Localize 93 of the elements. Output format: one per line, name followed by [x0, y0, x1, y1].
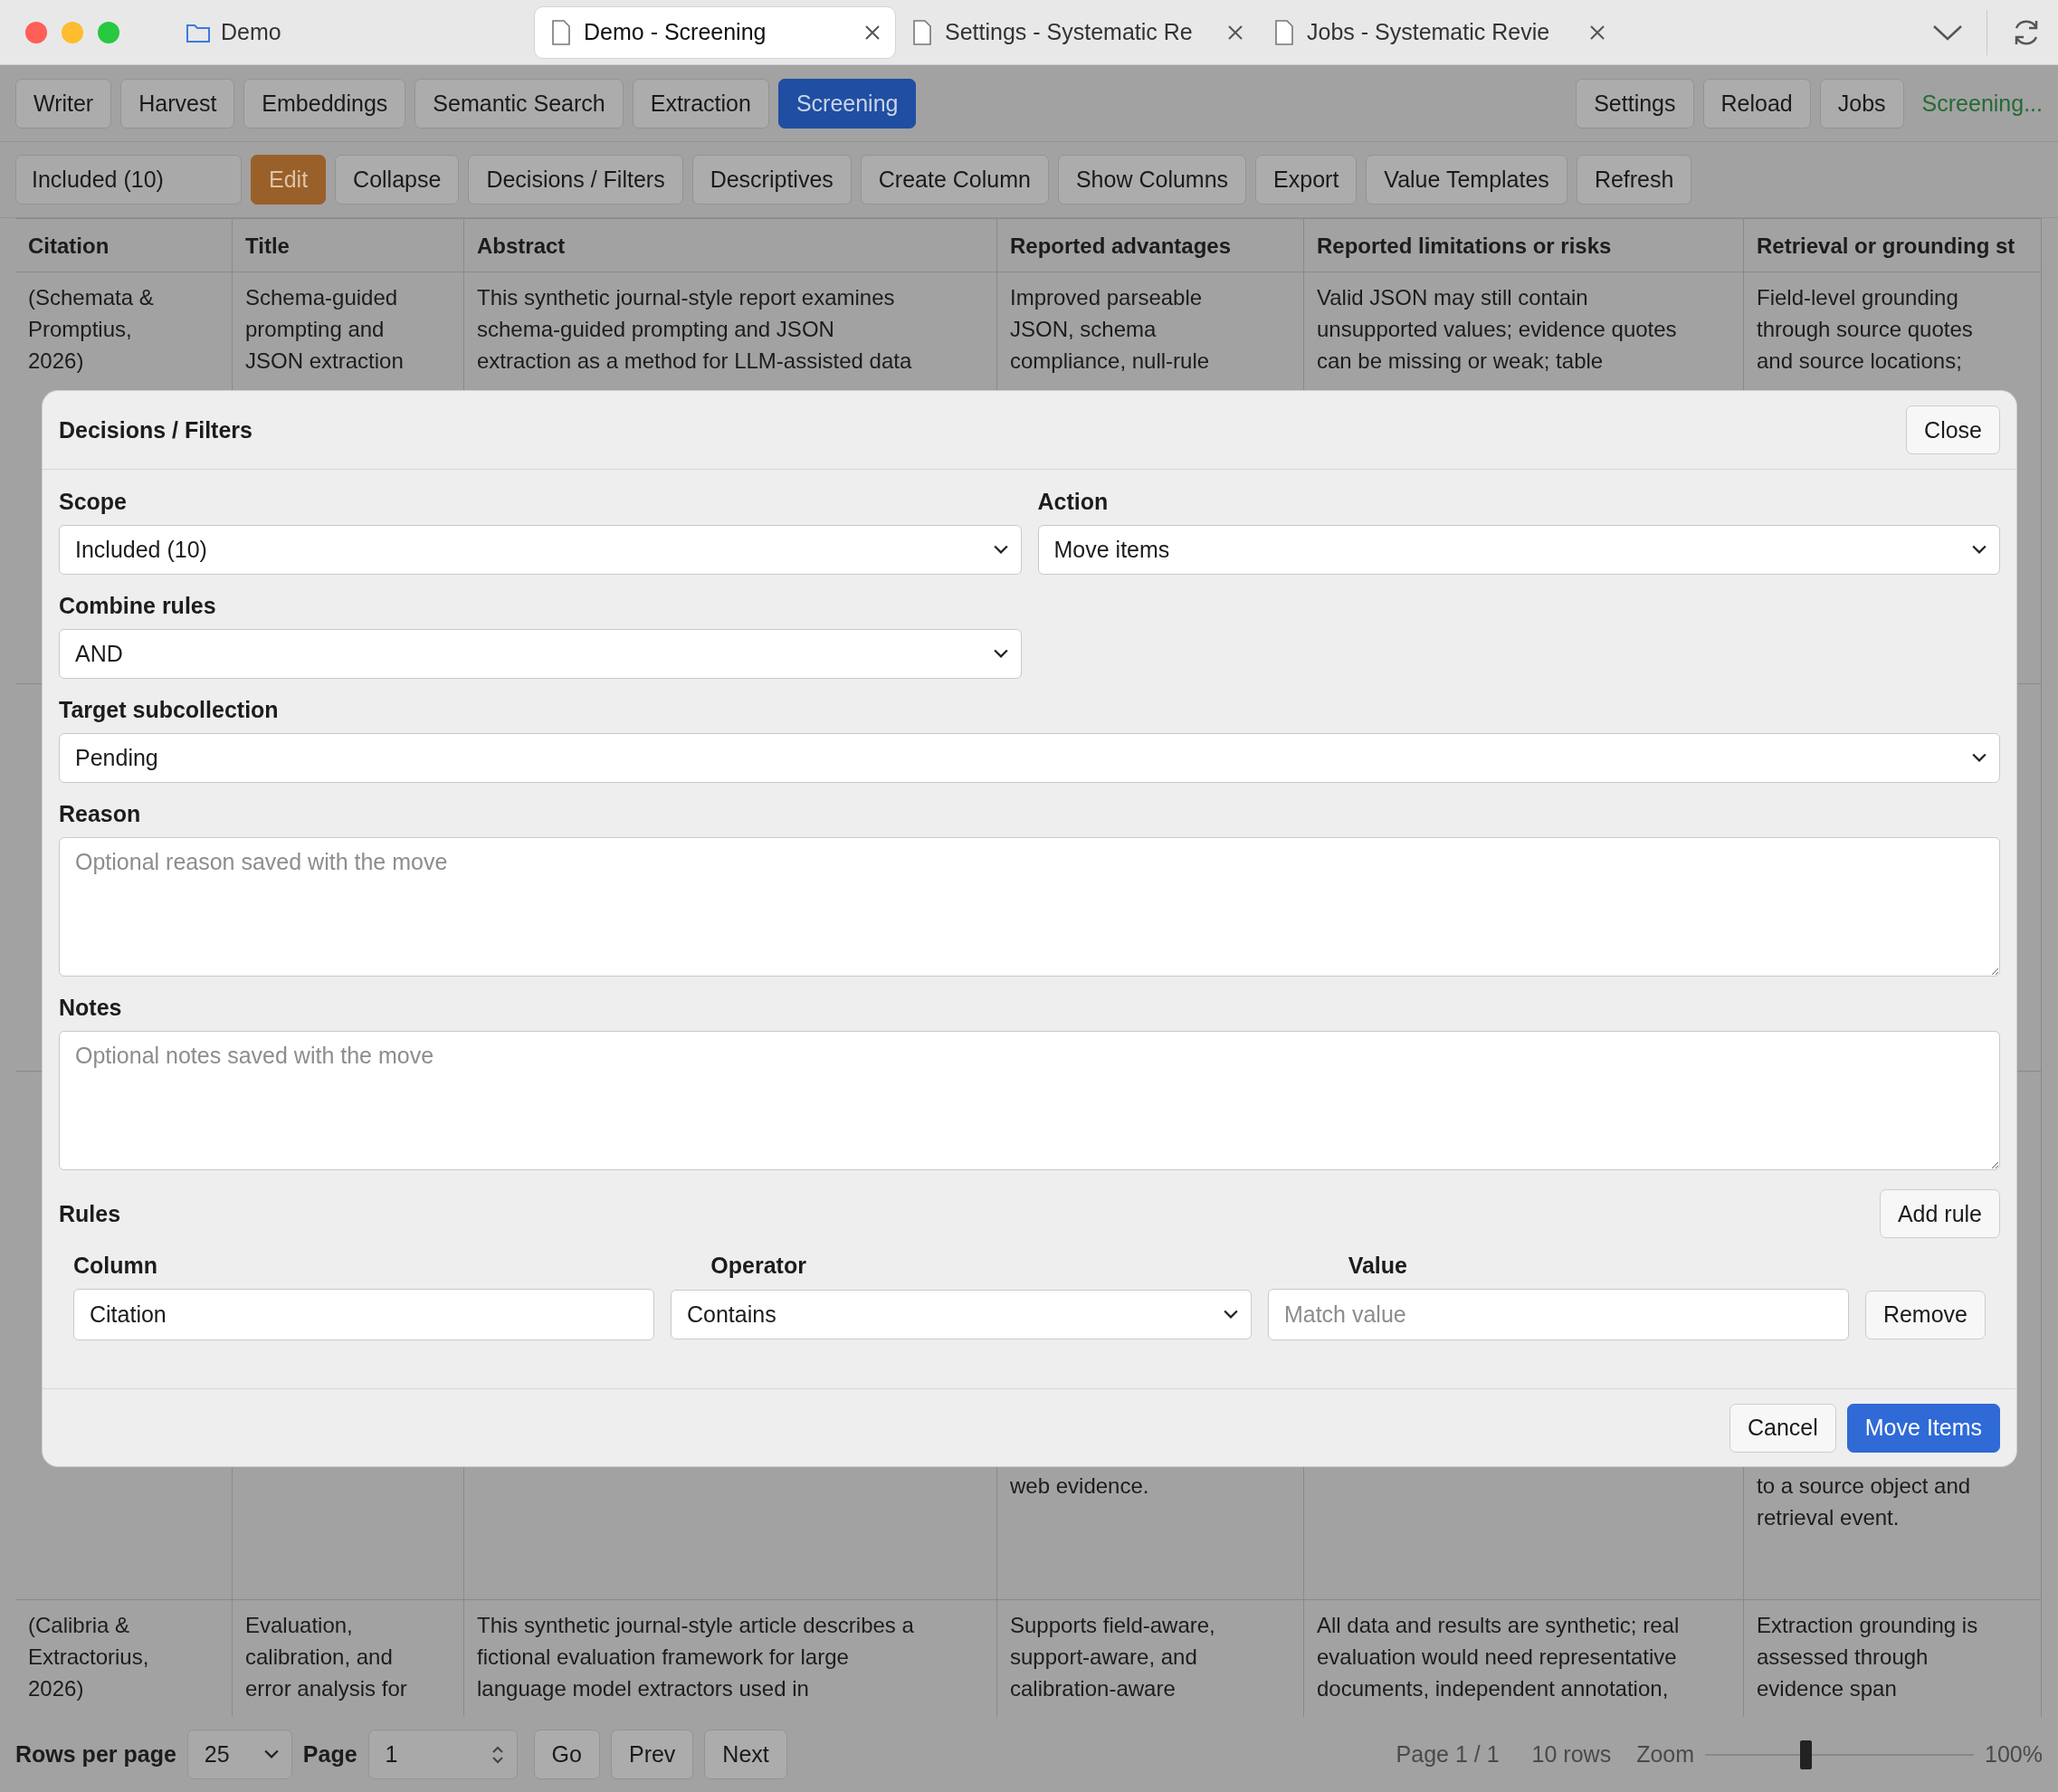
- nav-tab[interactable]: Semantic Search: [414, 78, 624, 129]
- table-cell-text: Improved parseable JSON, schema compliance, null-rule: [1010, 284, 1211, 375]
- pager-button[interactable]: Next: [704, 1730, 787, 1779]
- pager-button[interactable]: Prev: [610, 1730, 694, 1779]
- select-field[interactable]: Included (10): [59, 525, 1022, 575]
- chevron-down-icon: [993, 545, 1008, 555]
- table-cell-text: Extraction grounding is assessed through evidence span: [1757, 1612, 1979, 1702]
- table-cell-text: to a source object and retrieval event.: [1757, 1473, 1972, 1531]
- nav-tab[interactable]: Harvest: [120, 78, 235, 129]
- toolbar-button[interactable]: Decisions / Filters: [468, 155, 683, 205]
- toolbar-button[interactable]: Collapse: [335, 155, 460, 205]
- table-cell-text: Field-level grounding through source quotes and source locations;: [1757, 284, 1974, 375]
- column-header[interactable]: Abstract: [464, 219, 997, 272]
- chevron-down-icon: [263, 1749, 279, 1759]
- column-header[interactable]: Title: [233, 219, 464, 272]
- text-area[interactable]: Optional reason saved with the move: [59, 837, 2000, 977]
- column-header[interactable]: Citation: [15, 219, 233, 272]
- add-rule-button[interactable]: Add rule: [1879, 1189, 2000, 1238]
- table-cell-text: (Schemata & Promptius, 2026): [28, 284, 155, 375]
- slider-thumb[interactable]: [1800, 1740, 1813, 1769]
- chevron-down-icon: [993, 649, 1008, 659]
- toolbar-button[interactable]: Create Column: [860, 155, 1049, 205]
- close-button[interactable]: Close: [1906, 405, 2000, 454]
- select-field[interactable]: Move items: [1037, 525, 2000, 575]
- column-header[interactable]: Reported limitations or risks: [1304, 219, 1744, 272]
- pager-button[interactable]: Go: [533, 1730, 600, 1779]
- field-label: Combine rules: [59, 592, 217, 620]
- toolbar-button[interactable]: Settings: [1576, 78, 1694, 129]
- close-icon[interactable]: [864, 24, 881, 41]
- browser-tab[interactable]: Settings - Systematic Re: [896, 5, 1258, 59]
- table-cell-text: Supports field-aware, support-aware, and calibration-aware: [1010, 1612, 1216, 1702]
- select-field[interactable]: Pending: [59, 733, 2000, 783]
- field-label: Target subcollection: [59, 696, 280, 724]
- table-cell-text: All data and results are synthetic; real evaluation would need representative documents, independent annotation,: [1317, 1612, 1681, 1702]
- zoom-label: Zoom: [1636, 1741, 1695, 1768]
- nav-tab[interactable]: Embeddings: [243, 78, 406, 129]
- table-cell-text: web evidence.: [1010, 1473, 1150, 1500]
- zoom-value: 100%: [1985, 1741, 2043, 1768]
- field-label: Value: [1348, 1252, 1408, 1280]
- chevron-down-icon[interactable]: [1932, 23, 1963, 42]
- chevron-down-icon: [1972, 753, 1987, 763]
- document-icon: [1272, 19, 1296, 45]
- nav-tab[interactable]: Screening: [777, 78, 917, 129]
- chevron-down-icon: [1972, 545, 1987, 555]
- dialog-title: Decisions / Filters: [59, 416, 252, 443]
- table-cell-text: This synthetic journal-style article describes a fictional evaluation framework for large language model extractors used in: [477, 1612, 915, 1702]
- text-area[interactable]: Optional notes saved with the move: [59, 1031, 2000, 1170]
- rows-per-page-label: Rows per page: [15, 1741, 176, 1768]
- nav-tab[interactable]: Extraction: [632, 78, 769, 129]
- column-header[interactable]: Reported advantages: [997, 219, 1304, 272]
- browser-tab[interactable]: Demo: [172, 5, 534, 59]
- toolbar-button[interactable]: Show Columns: [1057, 155, 1247, 205]
- move-items-button[interactable]: Move Items: [1846, 1403, 2000, 1453]
- toolbar-button[interactable]: Descriptives: [691, 155, 852, 205]
- table-cell-text: (Calibria & Extractorius, 2026): [28, 1612, 150, 1702]
- toolbar-button[interactable]: Refresh: [1576, 155, 1692, 205]
- field-label: Notes: [59, 994, 123, 1022]
- table-cell-text: Valid JSON may still contain unsupported values; evidence quotes can be missing or weak; table: [1317, 284, 1678, 375]
- browser-tab[interactable]: Demo - Screening: [534, 5, 896, 59]
- column-header[interactable]: Retrieval or grounding st: [1744, 219, 2042, 272]
- close-icon[interactable]: [1227, 24, 1243, 41]
- table-cell-text: Evaluation, calibration, and error analysis for: [245, 1612, 408, 1702]
- document-icon: [910, 19, 934, 45]
- section-label: Rules: [59, 1199, 121, 1228]
- field-label: Action: [1037, 488, 1110, 516]
- status-text: Screening...: [1921, 90, 2043, 117]
- table-cell-text: This synthetic journal-style report examines schema-guided prompting and JSON extraction as a method for LLM-assisted data: [477, 284, 913, 375]
- field-label: Operator: [710, 1252, 807, 1280]
- toolbar-button[interactable]: Export: [1255, 155, 1358, 205]
- select-field[interactable]: AND: [59, 629, 1022, 679]
- toolbar-button[interactable]: Jobs: [1819, 78, 1904, 129]
- toolbar-button[interactable]: Value Templates: [1366, 155, 1567, 205]
- chevron-down-icon: [1223, 1310, 1238, 1320]
- column-input[interactable]: Citation: [73, 1289, 654, 1340]
- remove-button[interactable]: Remove: [1864, 1290, 1986, 1339]
- row-count: 10 rows: [1531, 1741, 1612, 1768]
- document-icon: [549, 19, 573, 45]
- close-icon[interactable]: [1589, 24, 1605, 41]
- toolbar-button[interactable]: Reload: [1702, 78, 1811, 129]
- field-label: Column: [73, 1252, 159, 1280]
- page-info: Page 1 / 1: [1396, 1741, 1500, 1768]
- field-label: Scope: [59, 488, 129, 516]
- rows-per-page-select[interactable]: 25: [186, 1730, 292, 1779]
- value-input[interactable]: Match value: [1267, 1289, 1849, 1340]
- nav-tab[interactable]: Writer: [15, 78, 112, 129]
- cancel-button[interactable]: Cancel: [1729, 1403, 1836, 1453]
- page-input[interactable]: 1: [367, 1730, 518, 1779]
- browser-tab[interactable]: Jobs - Systematic Revie: [1258, 5, 1620, 59]
- page-label: Page: [302, 1741, 357, 1768]
- operator-select[interactable]: Contains: [670, 1290, 1252, 1339]
- scope-select[interactable]: Included (10): [15, 155, 242, 205]
- table-cell-text: Schema-guided prompting and JSON extraction: [245, 284, 405, 375]
- field-label: Reason: [59, 800, 142, 828]
